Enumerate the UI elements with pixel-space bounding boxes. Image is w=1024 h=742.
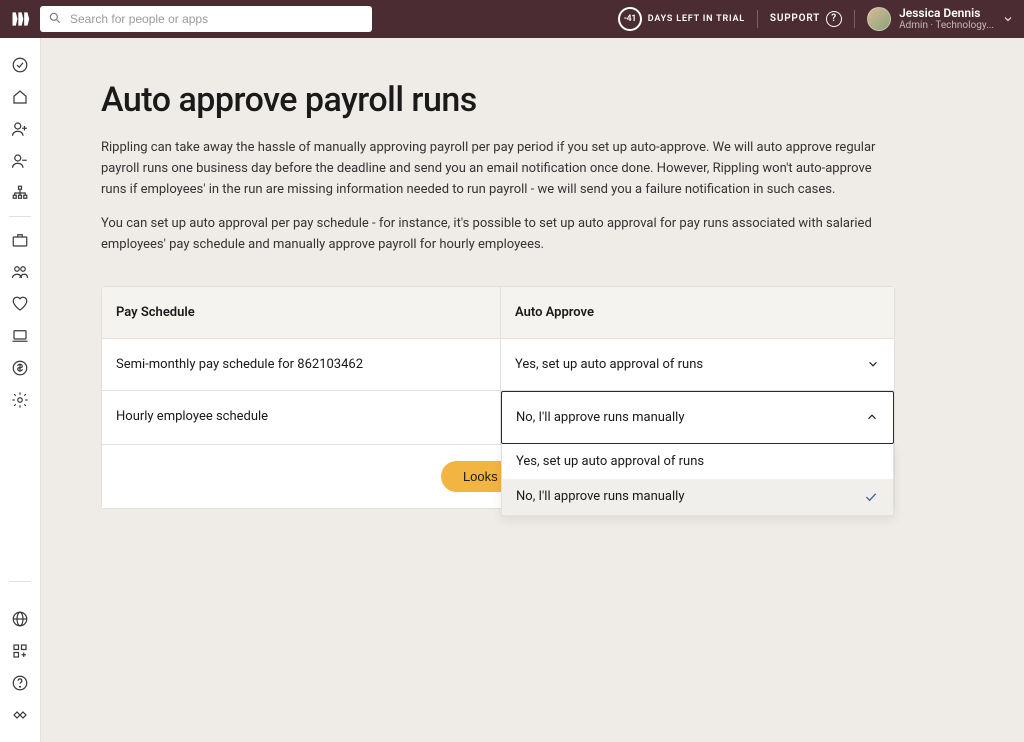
user-menu[interactable]: Jessica Dennis Admin · Technology... bbox=[867, 6, 1014, 32]
pay-schedule-table: Pay Schedule Auto Approve Semi-monthly p… bbox=[101, 286, 895, 509]
sidebar-item-heart[interactable] bbox=[11, 295, 29, 313]
trial-days-circle: -41 bbox=[618, 7, 642, 31]
support-link[interactable]: SUPPORT ? bbox=[770, 11, 842, 27]
search-icon bbox=[48, 11, 62, 28]
left-sidebar bbox=[0, 38, 41, 742]
trial-days-label: DAYS LEFT IN TRIAL bbox=[648, 14, 745, 24]
user-name: Jessica Dennis bbox=[899, 6, 994, 20]
sidebar-item-laptop[interactable] bbox=[11, 327, 29, 345]
sidebar-item-tasks[interactable] bbox=[11, 56, 29, 74]
dropdown-option-no[interactable]: No, I'll approve runs manually bbox=[502, 479, 893, 515]
dropdown-option-yes[interactable]: Yes, set up auto approval of runs bbox=[502, 444, 893, 479]
brand-logo[interactable] bbox=[10, 9, 30, 29]
dropdown-option-label: Yes, set up auto approval of runs bbox=[516, 454, 704, 469]
sidebar-divider bbox=[9, 216, 31, 217]
main-content: Auto approve payroll runs Rippling can t… bbox=[41, 38, 1024, 742]
dropdown-option-label: No, I'll approve runs manually bbox=[516, 489, 684, 504]
select-value: No, I'll approve runs manually bbox=[516, 410, 684, 425]
sidebar-item-help[interactable] bbox=[11, 674, 29, 692]
sidebar-item-handshake[interactable] bbox=[11, 706, 29, 724]
sidebar-item-home[interactable] bbox=[11, 88, 29, 106]
auto-approve-select[interactable]: No, I'll approve runs manually bbox=[501, 391, 894, 444]
pay-schedule-name: Semi-monthly pay schedule for 862103462 bbox=[102, 339, 501, 390]
check-icon bbox=[863, 489, 879, 505]
sidebar-item-people[interactable] bbox=[11, 263, 29, 281]
chevron-down-icon bbox=[1002, 13, 1014, 25]
search-field[interactable] bbox=[40, 6, 372, 32]
chevron-up-icon bbox=[865, 410, 879, 424]
select-value: Yes, set up auto approval of runs bbox=[515, 357, 703, 372]
sidebar-item-remove-person[interactable] bbox=[11, 152, 29, 170]
sidebar-item-org[interactable] bbox=[11, 184, 29, 202]
support-label: SUPPORT bbox=[770, 13, 820, 24]
chevron-down-icon bbox=[866, 357, 880, 371]
page-description-1: Rippling can take away the hassle of man… bbox=[101, 138, 891, 200]
table-row: Semi-monthly pay schedule for 862103462 … bbox=[102, 339, 894, 391]
pay-schedule-name: Hourly employee schedule bbox=[102, 391, 501, 444]
column-header-auto-approve: Auto Approve bbox=[501, 287, 894, 338]
sidebar-item-add-person[interactable] bbox=[11, 120, 29, 138]
column-header-pay-schedule: Pay Schedule bbox=[102, 287, 501, 338]
auto-approve-select[interactable]: Yes, set up auto approval of runs bbox=[501, 339, 894, 390]
sidebar-item-apps[interactable] bbox=[11, 642, 29, 660]
sidebar-item-money[interactable] bbox=[11, 359, 29, 377]
dropdown-menu: Yes, set up auto approval of runs No, I'… bbox=[501, 444, 894, 516]
search-input[interactable] bbox=[62, 12, 364, 26]
table-header: Pay Schedule Auto Approve bbox=[102, 287, 894, 339]
sidebar-item-settings[interactable] bbox=[11, 391, 29, 409]
divider bbox=[854, 10, 855, 28]
divider bbox=[757, 10, 758, 28]
trial-badge[interactable]: -41 DAYS LEFT IN TRIAL bbox=[618, 7, 745, 31]
top-header: -41 DAYS LEFT IN TRIAL SUPPORT ? Jessica… bbox=[0, 0, 1024, 38]
table-row: Hourly employee schedule No, I'll approv… bbox=[102, 391, 894, 445]
sidebar-item-globe[interactable] bbox=[11, 610, 29, 628]
avatar bbox=[867, 7, 891, 31]
page-title: Auto approve payroll runs bbox=[101, 80, 964, 120]
sidebar-item-briefcase[interactable] bbox=[11, 231, 29, 249]
page-description-2: You can set up auto approval per pay sch… bbox=[101, 214, 891, 256]
help-icon: ? bbox=[826, 11, 842, 27]
user-role: Admin · Technology... bbox=[899, 20, 994, 32]
sidebar-divider bbox=[9, 581, 31, 582]
